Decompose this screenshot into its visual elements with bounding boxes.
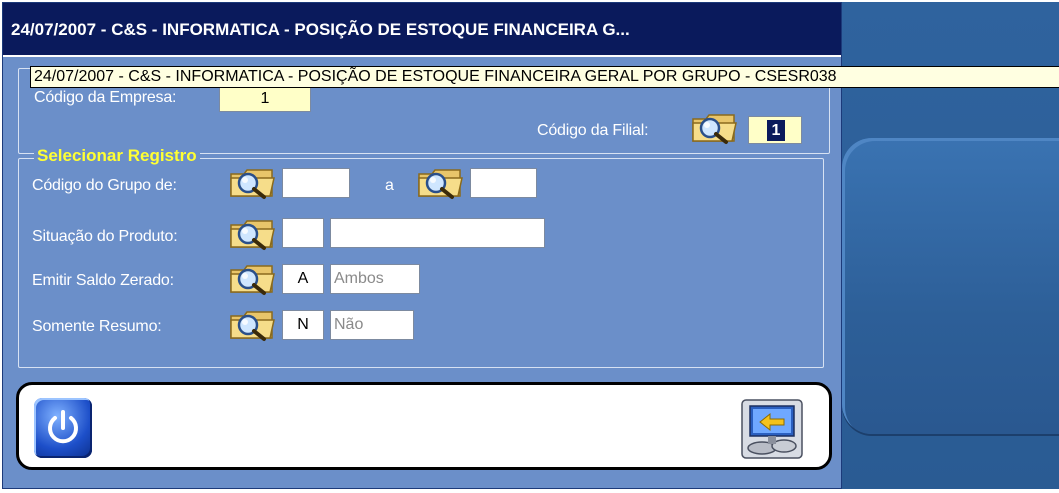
situacao-produto-label: Situação do Produto: [32, 228, 178, 245]
grupo-de-lookup-icon[interactable] [228, 166, 278, 200]
resumo-code-input[interactable]: N [282, 310, 324, 340]
somente-resumo-label: Somente Resumo: [32, 318, 162, 335]
exit-button[interactable] [34, 398, 92, 458]
situacao-code-input[interactable] [282, 218, 324, 248]
power-icon [48, 410, 78, 444]
resumo-lookup-icon[interactable] [228, 308, 278, 342]
codigo-grupo-label: Código do Grupo de: [32, 177, 177, 194]
codigo-empresa-input[interactable]: 1 [219, 86, 311, 112]
codigo-empresa-label: Código da Empresa: [34, 89, 177, 106]
monitor-print-icon [741, 399, 803, 459]
codigo-filial-label: Código da Filial: [537, 122, 649, 139]
print-button[interactable] [740, 398, 804, 460]
situacao-lookup-icon[interactable] [228, 217, 278, 251]
action-bar [16, 382, 832, 470]
codigo-filial-input[interactable]: 1 [748, 116, 802, 144]
background-card [842, 138, 1059, 434]
window-title: 24/07/2007 - C&S - INFORMATICA - POSIÇÃO… [3, 3, 841, 57]
title-tooltip: 24/07/2007 - C&S - INFORMATICA - POSIÇÃO… [30, 66, 1059, 88]
grupo-ate-lookup-icon[interactable] [416, 166, 466, 200]
grupo-ate-input[interactable] [470, 168, 537, 198]
filial-lookup-icon[interactable] [690, 111, 740, 145]
selecionar-registro-legend: Selecionar Registro [34, 146, 200, 166]
grupo-separator: a [385, 177, 394, 194]
situacao-desc-field [330, 218, 545, 248]
codigo-filial-value: 1 [767, 120, 785, 141]
grupo-de-input[interactable] [282, 168, 350, 198]
saldo-lookup-icon[interactable] [228, 262, 278, 296]
resumo-desc-field: Não [330, 310, 414, 340]
emitir-saldo-label: Emitir Saldo Zerado: [32, 272, 174, 289]
saldo-code-input[interactable]: A [282, 264, 324, 294]
saldo-desc-field: Ambos [330, 264, 420, 294]
